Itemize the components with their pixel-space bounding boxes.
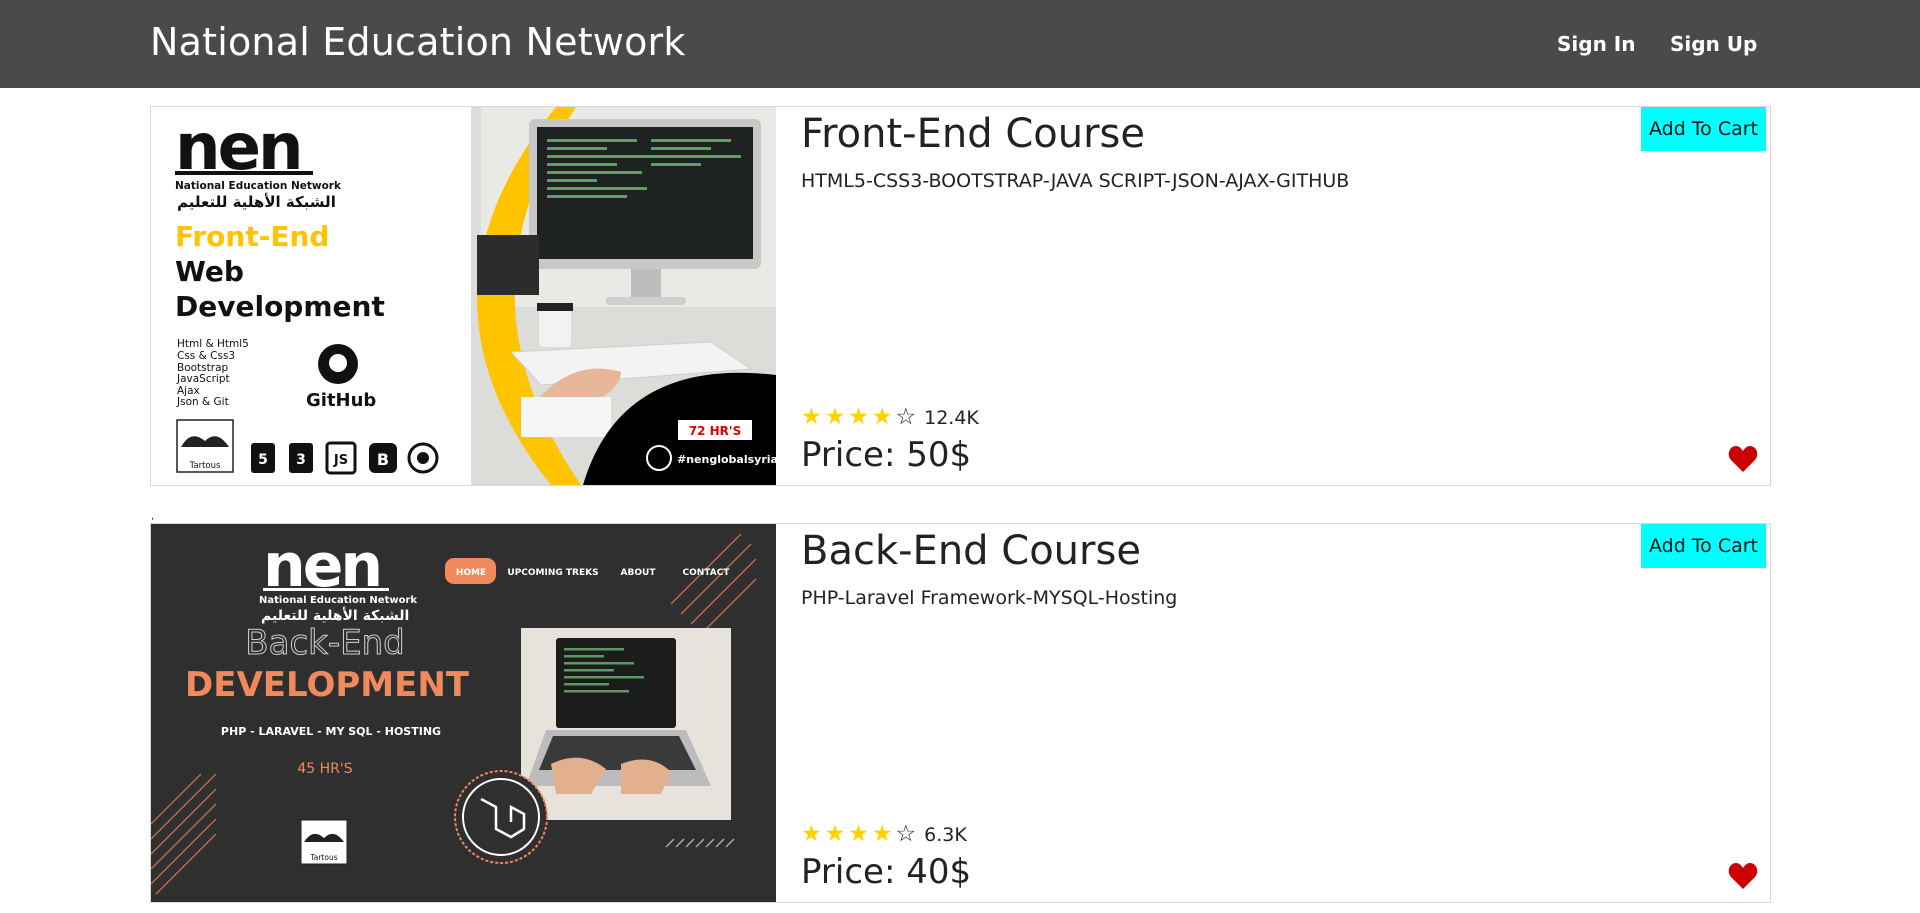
image-logo-en: National Education Network <box>175 180 342 192</box>
image-github-label: GitHub <box>306 390 376 411</box>
laravel-icon <box>454 770 548 864</box>
image-hashtag: #nenglobalsyria <box>677 453 776 466</box>
image-logo-ar: الشبكة الأهلية للتعليم <box>177 193 336 211</box>
star-filled-icon: ★ <box>801 404 822 430</box>
image-subline: PHP - LARAVEL - MY SQL - HOSTING <box>221 725 441 738</box>
svg-text:JS: JS <box>333 453 348 468</box>
star-filled-icon: ★ <box>824 821 846 847</box>
star-empty-icon: ☆ <box>895 821 917 847</box>
add-to-cart-button[interactable]: Add To Cart <box>1641 524 1766 568</box>
course-card-front-end: 72 HR'S #nenglobalsyria nen National Edu… <box>150 106 1771 486</box>
sign-up-link[interactable]: Sign Up <box>1670 32 1757 56</box>
course-image-back-end[interactable]: nen National Education Network الشبكة ال… <box>151 524 776 902</box>
image-topic: Css & Css3 <box>177 350 235 362</box>
svg-text:5: 5 <box>258 452 268 468</box>
navbar: National Education Network Sign In Sign … <box>0 0 1920 88</box>
star-filled-icon: ★ <box>871 821 893 847</box>
svg-text:B: B <box>377 450 389 469</box>
star-filled-icon: ★ <box>801 821 822 847</box>
rating: ★ ★ ★ ★ ☆ 6.3K <box>801 823 967 846</box>
course-card-back-end: nen National Education Network الشبكة ال… <box>150 523 1771 903</box>
sign-in-link[interactable]: Sign In <box>1557 32 1635 56</box>
image-menu-item: UPCOMING TREKS <box>507 568 598 578</box>
image-badge: 72 HR'S <box>689 424 741 438</box>
image-topic: Html & Html5 <box>177 338 249 350</box>
rating: ★ ★ ★ ★ ☆ 12.4K <box>801 406 979 429</box>
course-price: Price: 50$ <box>801 435 972 475</box>
image-hours: 45 HR'S <box>297 761 352 777</box>
course-description: HTML5-CSS3-BOOTSTRAP-JAVA SCRIPT-JSON-AJ… <box>801 170 1350 192</box>
heart-icon[interactable] <box>1728 862 1758 894</box>
star-filled-icon: ★ <box>871 404 893 430</box>
image-headline-1: Front-End <box>175 220 329 253</box>
star-filled-icon: ★ <box>824 404 846 430</box>
course-title[interactable]: Front-End Course <box>801 111 1145 157</box>
separator-mark: , <box>151 511 155 522</box>
image-headline-3: Development <box>175 290 385 323</box>
image-menu-item: ABOUT <box>621 568 657 578</box>
rating-count: 6.3K <box>924 823 967 846</box>
star-filled-icon: ★ <box>848 404 869 430</box>
image-logo-en: National Education Network <box>259 595 417 606</box>
star-empty-icon: ☆ <box>895 404 917 430</box>
image-headline-2: DEVELOPMENT <box>185 665 470 705</box>
image-seal-label: Tartous <box>189 461 221 471</box>
image-topic: JavaScript <box>176 373 230 385</box>
add-to-cart-button[interactable]: Add To Cart <box>1641 107 1766 151</box>
star-filled-icon: ★ <box>848 821 869 847</box>
course-image-front-end[interactable]: 72 HR'S #nenglobalsyria nen National Edu… <box>151 107 776 485</box>
image-headline-1: Back-End <box>245 623 404 663</box>
image-seal-label: Tartous <box>309 853 337 862</box>
image-menu-item: HOME <box>456 568 486 578</box>
course-price: Price: 40$ <box>801 852 972 892</box>
image-headline-2: Web <box>175 255 244 288</box>
course-title[interactable]: Back-End Course <box>801 528 1141 574</box>
site-brand[interactable]: National Education Network <box>150 20 686 64</box>
svg-text:3: 3 <box>296 452 306 468</box>
image-topic: Json & Git <box>176 396 229 408</box>
course-description: PHP-Laravel Framework-MYSQL-Hosting <box>801 587 1178 609</box>
image-logo-ar: الشبكة الأهلية للتعليم <box>261 607 409 624</box>
rating-count: 12.4K <box>924 406 979 429</box>
heart-icon[interactable] <box>1728 445 1758 477</box>
image-menu-item: CONTACT <box>683 568 731 578</box>
